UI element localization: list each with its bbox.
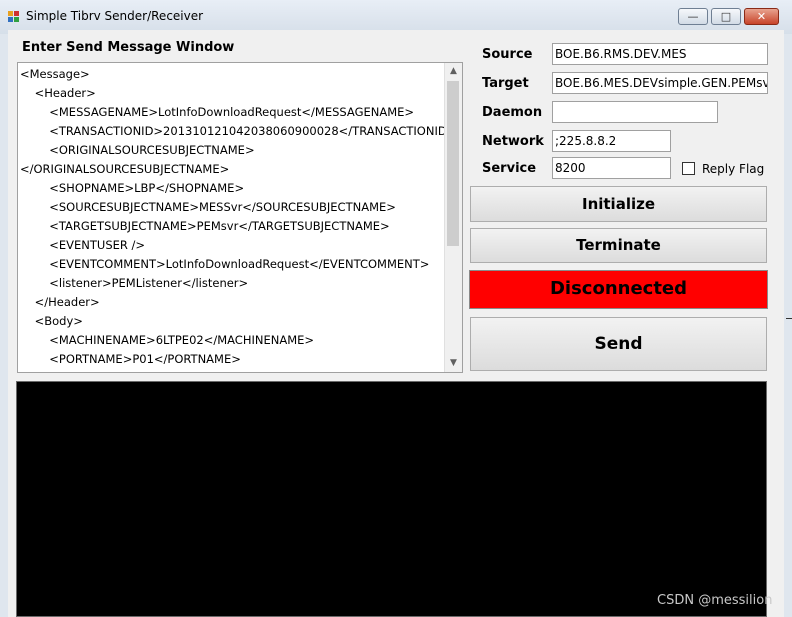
initialize-button[interactable]: Initialize	[470, 186, 767, 222]
window-title: Simple Tibrv Sender/Receiver	[26, 9, 204, 23]
message-line: <Header>	[20, 86, 96, 100]
reply-flag-label: Reply Flag	[702, 162, 765, 176]
terminate-button[interactable]: Terminate	[470, 228, 767, 263]
close-button[interactable]: ✕	[744, 8, 779, 25]
network-input[interactable]: ;225.8.8.2	[552, 130, 671, 152]
network-label: Network	[482, 134, 544, 149]
service-input[interactable]: 8200	[552, 157, 671, 179]
send-button[interactable]: Send	[470, 317, 767, 371]
daemon-label: Daemon	[482, 105, 543, 120]
message-line: <TARGETSUBJECTNAME>PEMsvr</TARGETSUBJECT…	[20, 219, 390, 233]
message-line: <Body>	[20, 314, 83, 328]
service-label: Service	[482, 161, 537, 176]
message-line: <EVENTCOMMENT>LotInfoDownloadRequest</EV…	[20, 257, 430, 271]
message-line: <EVENTUSER />	[20, 238, 146, 252]
message-line: </Header>	[20, 295, 100, 309]
scroll-down-icon[interactable]: ▼	[445, 355, 462, 372]
scroll-up-icon[interactable]: ▲	[445, 63, 462, 80]
message-line: <MESSAGENAME>LotInfoDownloadRequest</MES…	[20, 105, 415, 119]
message-line: <ORIGINALSOURCESUBJECTNAME>	[20, 143, 255, 157]
window-edge-mark	[786, 318, 792, 319]
app-icon	[8, 11, 20, 23]
target-input[interactable]: BOE.B6.MES.DEVsimple.GEN.PEMsvr	[552, 72, 768, 94]
source-input[interactable]: BOE.B6.RMS.DEV.MES	[552, 43, 768, 65]
output-console[interactable]	[16, 381, 767, 617]
message-line: <Message>	[20, 67, 90, 81]
message-line: <SOURCESUBJECTNAME>MESSvr</SOURCESUBJECT…	[20, 200, 396, 214]
message-lines: <Message> <Header> <MESSAGENAME>LotInfoD…	[20, 65, 457, 369]
title-bar: Simple Tibrv Sender/Receiver — □ ✕	[0, 0, 792, 34]
message-line: <SHOPNAME>LBP</SHOPNAME>	[20, 181, 245, 195]
target-label: Target	[482, 76, 529, 91]
daemon-input[interactable]	[552, 101, 718, 123]
connection-status: Disconnected	[469, 270, 768, 309]
message-editor[interactable]: <Message> <Header> <MESSAGENAME>LotInfoD…	[17, 62, 463, 373]
message-line: <listener>PEMListener</listener>	[20, 276, 249, 290]
message-line: <PORTNAME>P01</PORTNAME>	[20, 352, 241, 366]
reply-flag-checkbox[interactable]	[682, 162, 695, 175]
watermark: CSDN @messilion	[657, 593, 773, 608]
maximize-button[interactable]: □	[711, 8, 741, 25]
minimize-button[interactable]: —	[678, 8, 708, 25]
message-line: <MACHINENAME>6LTPE02</MACHINENAME>	[20, 333, 315, 347]
main-panel: Enter Send Message Window <Message> <Hea…	[8, 30, 784, 617]
scroll-thumb[interactable]	[447, 81, 459, 246]
editor-scrollbar[interactable]: ▲ ▼	[444, 63, 462, 372]
message-line: <TRANSACTIONID>20131012104203806090002​8…	[20, 124, 457, 138]
source-label: Source	[482, 47, 533, 62]
editor-label: Enter Send Message Window	[22, 40, 235, 55]
message-line: </ORIGINALSOURCESUBJECTNAME>	[20, 162, 230, 176]
